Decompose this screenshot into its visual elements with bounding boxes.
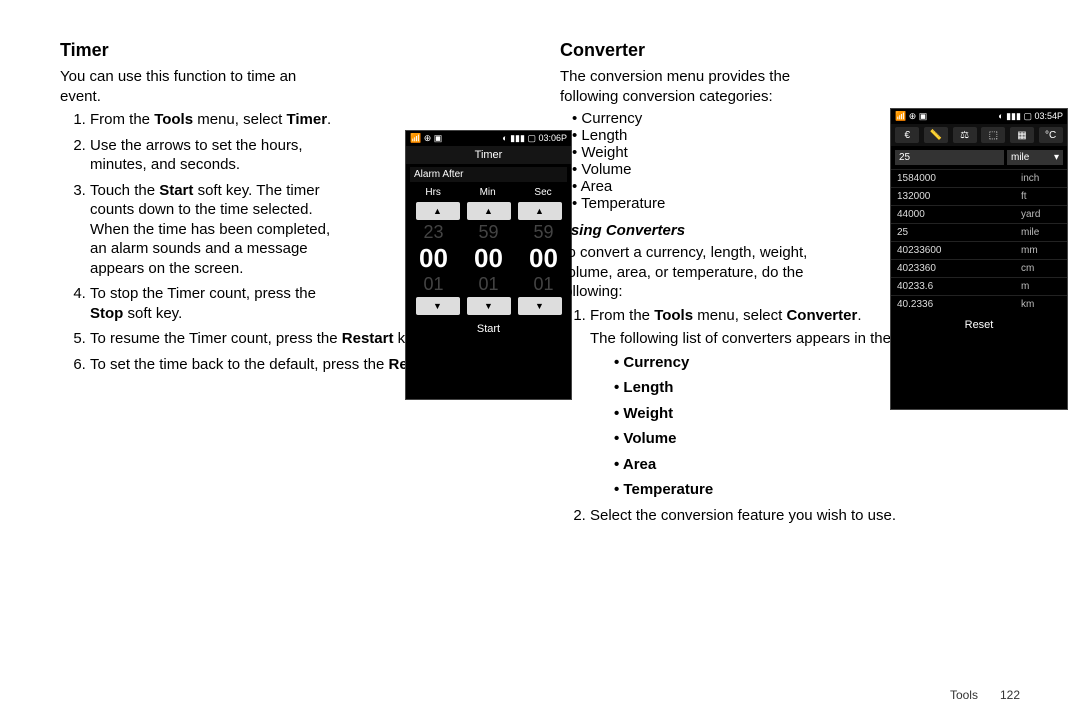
converter-step-2: Select the conversion feature you wish t… xyxy=(590,506,1020,526)
timer-intro: You can use this function to time an eve… xyxy=(60,67,330,106)
converter-tab-icon[interactable]: °C xyxy=(1039,127,1063,143)
hrs-down-icon[interactable]: ▼ xyxy=(416,297,460,315)
category-item: Temperature xyxy=(572,195,827,212)
status-left: 📶 ⊕ ▣ xyxy=(410,133,442,144)
chevron-down-icon: ▾ xyxy=(1054,152,1059,163)
hrs-up-icon[interactable]: ▲ xyxy=(416,202,460,220)
timer-screenshot: 📶 ⊕ ▣ ◐ ▮▮▮ ▢ 03:06P Timer Alarm After H… xyxy=(405,130,572,400)
converter-option: Area xyxy=(614,455,1020,475)
timer-heading: Timer xyxy=(60,40,520,61)
using-converters-heading: Using Converters xyxy=(560,222,815,239)
min-up-icon[interactable]: ▲ xyxy=(467,202,511,220)
alarm-after-label: Alarm After xyxy=(410,167,567,182)
min-down-icon[interactable]: ▼ xyxy=(467,297,511,315)
converter-tab-icon[interactable]: € xyxy=(895,127,919,143)
step-item: Use the arrows to set the hours, minutes… xyxy=(90,136,350,175)
converter-result-row: 40233600mm xyxy=(891,241,1067,259)
converter-result-row: 40233.6m xyxy=(891,277,1067,295)
converter-heading: Converter xyxy=(560,40,1020,61)
converter-tab-icon[interactable]: ⚖ xyxy=(953,127,977,143)
timer-hrs: 00 xyxy=(419,243,448,274)
converter-result-row: 1584000inch xyxy=(891,169,1067,187)
converter-input-value[interactable]: 25 xyxy=(895,150,1004,165)
converter-tab-icon[interactable]: 📏 xyxy=(924,127,948,143)
sec-up-icon[interactable]: ▲ xyxy=(518,202,562,220)
start-softkey[interactable]: Start xyxy=(406,317,571,341)
category-item: Weight xyxy=(572,144,827,161)
category-item: Volume xyxy=(572,161,827,178)
converter-result-row: 25mile xyxy=(891,223,1067,241)
converter-option: Temperature xyxy=(614,480,1020,500)
step-item: Touch the Start soft key. The timer coun… xyxy=(90,181,350,279)
category-item: Area xyxy=(572,178,827,195)
step-item: To stop the Timer count, press the Stop … xyxy=(90,284,350,323)
converter-tab-icon[interactable]: ⬚ xyxy=(981,127,1005,143)
converter-option: Volume xyxy=(614,429,1020,449)
status-right: ◐ ▮▮▮ ▢ 03:06P xyxy=(502,133,567,144)
converter-result-row: 132000ft xyxy=(891,187,1067,205)
status-left: 📶 ⊕ ▣ xyxy=(895,111,927,122)
status-right: ◐ ▮▮▮ ▢ 03:54P xyxy=(998,111,1063,122)
page-footer: Tools122 xyxy=(950,688,1020,702)
timer-phone-title: Timer xyxy=(406,146,571,164)
converter-input-unit[interactable]: mile ▾ xyxy=(1007,150,1063,165)
sec-down-icon[interactable]: ▼ xyxy=(518,297,562,315)
converter-result-row: 44000yard xyxy=(891,205,1067,223)
converter-tab-icon[interactable]: ▦ xyxy=(1010,127,1034,143)
reset-softkey[interactable]: Reset xyxy=(891,313,1067,337)
timer-sec: 00 xyxy=(529,243,558,274)
category-item: Length xyxy=(572,127,827,144)
converter-result-row: 40.2336km xyxy=(891,295,1067,313)
converter-intro: The conversion menu provides the followi… xyxy=(560,67,815,106)
timer-min: 00 xyxy=(474,243,503,274)
using-converters-intro: To convert a currency, length, weight, v… xyxy=(560,243,815,302)
step-item: From the Tools menu, select Timer. xyxy=(90,110,350,130)
category-item: Currency xyxy=(572,110,827,127)
converter-result-row: 4023360cm xyxy=(891,259,1067,277)
converter-screenshot: 📶 ⊕ ▣ ◐ ▮▮▮ ▢ 03:54P € 📏 ⚖⬚ ▦ °C 25 mile ▾ 1… xyxy=(890,108,1068,410)
